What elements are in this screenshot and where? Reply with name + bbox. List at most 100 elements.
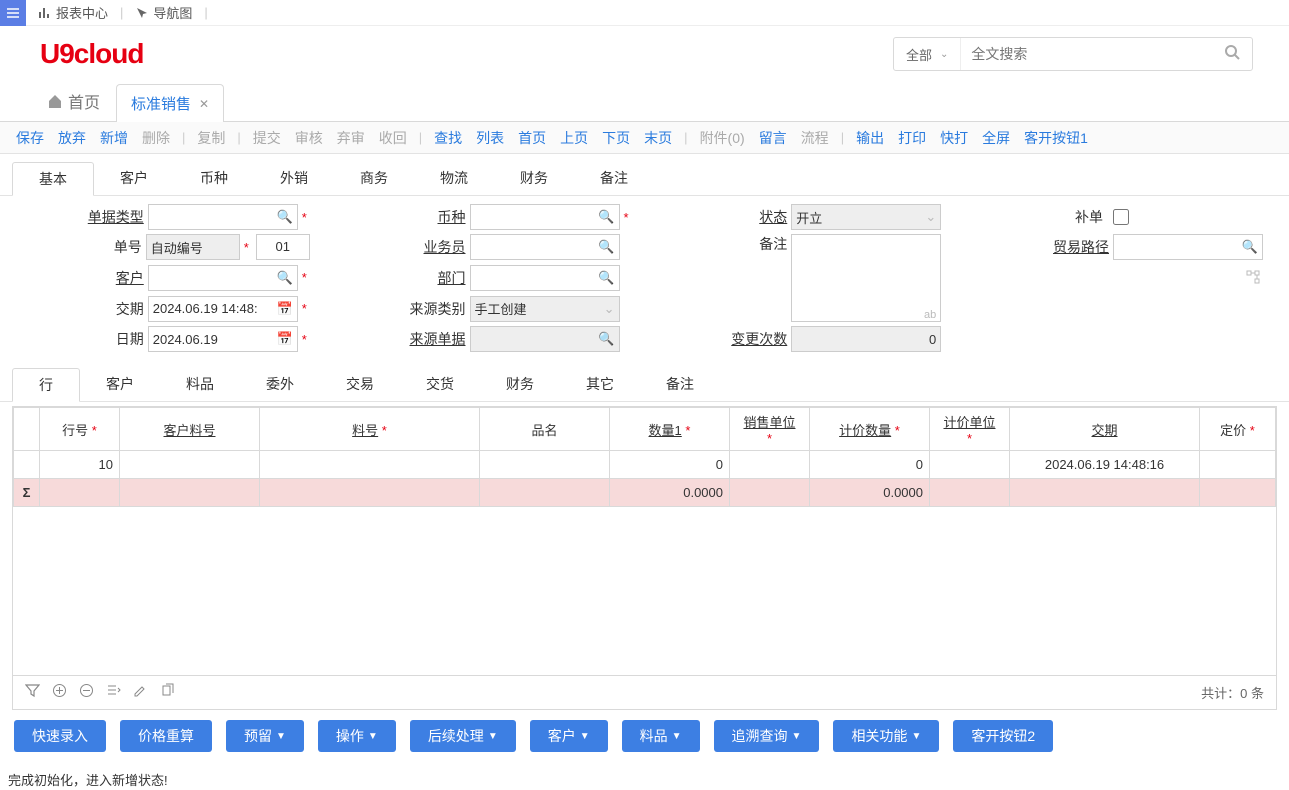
dept-input[interactable]: 🔍 (470, 265, 620, 291)
doc-type-input[interactable]: 🔍 (148, 204, 298, 230)
src-type-select[interactable]: 手工创建⌄ (470, 296, 620, 322)
print-button[interactable]: 打印 (892, 126, 932, 150)
customer-input[interactable]: 🔍 (148, 265, 298, 291)
col-qty1[interactable]: 数量1 * (610, 408, 730, 451)
quick-entry-button[interactable]: 快速录入 (14, 720, 106, 752)
src-doc-input[interactable]: 🔍 (470, 326, 620, 352)
lookup-icon[interactable]: 🔍 (598, 209, 614, 225)
formtab-logistics[interactable]: 物流 (414, 162, 494, 195)
col-cust-item[interactable]: 客户料号 (120, 408, 260, 451)
new-button[interactable]: 新增 (94, 126, 134, 150)
close-icon[interactable]: ✕ (199, 97, 209, 111)
copy-icon[interactable] (160, 683, 175, 702)
formtab-customer[interactable]: 客户 (94, 162, 174, 195)
detailtab-outsource[interactable]: 委外 (240, 368, 320, 401)
lookup-icon[interactable]: 🔍 (1242, 239, 1258, 255)
custom-button-1[interactable]: 客开按钮1 (1018, 126, 1094, 150)
lookup-icon[interactable]: 🔍 (598, 239, 614, 255)
edit-icon[interactable] (133, 683, 148, 702)
tab-standard-sale[interactable]: 标准销售 ✕ (116, 84, 224, 122)
cell-sale-unit[interactable] (730, 451, 810, 479)
lookup-icon[interactable]: 🔍 (598, 270, 614, 286)
formtab-remark[interactable]: 备注 (574, 162, 654, 195)
submit-button[interactable]: 提交 (247, 126, 287, 150)
list-button[interactable]: 列表 (470, 126, 510, 150)
cell-rownum[interactable]: 10 (40, 451, 120, 479)
calendar-icon[interactable]: 📅 (277, 301, 293, 317)
fullscreen-button[interactable]: 全屏 (976, 126, 1016, 150)
cell-name[interactable] (480, 451, 610, 479)
detailtab-delivery[interactable]: 交货 (400, 368, 480, 401)
first-page-button[interactable]: 首页 (512, 126, 552, 150)
reserve-button[interactable]: 预留▼ (226, 720, 304, 752)
tab-home[interactable]: 首页 (40, 89, 116, 121)
formtab-finance[interactable]: 财务 (494, 162, 574, 195)
formtab-basic[interactable]: 基本 (12, 162, 94, 196)
delete-row-icon[interactable] (79, 683, 94, 702)
report-center-link[interactable]: 报表中心 (26, 3, 120, 22)
remark-textarea[interactable]: ab (791, 234, 941, 322)
add-row-icon[interactable] (52, 683, 67, 702)
search-icon[interactable] (1212, 43, 1252, 66)
formtab-business[interactable]: 商务 (334, 162, 414, 195)
filter-icon[interactable] (25, 683, 40, 702)
reprice-button[interactable]: 价格重算 (120, 720, 212, 752)
operate-button[interactable]: 操作▼ (318, 720, 396, 752)
quickprint-button[interactable]: 快打 (934, 126, 974, 150)
detailtab-customer[interactable]: 客户 (80, 368, 160, 401)
col-deliver[interactable]: 交期 (1010, 408, 1200, 451)
detailtab-finance[interactable]: 财务 (480, 368, 560, 401)
deliver-input[interactable]: 2024.06.19 14:48:📅 (148, 296, 298, 322)
nav-map-link[interactable]: 导航图 (123, 3, 204, 22)
search-input[interactable] (961, 46, 1212, 62)
col-item[interactable]: 料号 * (260, 408, 480, 451)
lookup-icon[interactable]: 🔍 (277, 270, 293, 286)
detailtab-item[interactable]: 料品 (160, 368, 240, 401)
trade-route-tree-icon[interactable] (1113, 265, 1263, 291)
flow-button[interactable]: 流程 (795, 126, 835, 150)
copy-button[interactable]: 复制 (191, 126, 231, 150)
related-button[interactable]: 相关功能▼ (833, 720, 939, 752)
lookup-icon[interactable]: 🔍 (598, 331, 614, 347)
salesman-input[interactable]: 🔍 (470, 234, 620, 260)
save-button[interactable]: 保存 (10, 126, 50, 150)
cell-price-unit[interactable] (930, 451, 1010, 479)
last-page-button[interactable]: 末页 (638, 126, 678, 150)
col-price[interactable]: 定价 * (1200, 408, 1276, 451)
insert-row-icon[interactable] (106, 683, 121, 702)
next-page-button[interactable]: 下页 (596, 126, 636, 150)
col-price-qty[interactable]: 计价数量 * (810, 408, 930, 451)
formtab-currency[interactable]: 币种 (174, 162, 254, 195)
export-button[interactable]: 输出 (850, 126, 890, 150)
cell-price[interactable] (1200, 451, 1276, 479)
col-price-unit[interactable]: 计价单位* (930, 408, 1010, 451)
detailtab-remark[interactable]: 备注 (640, 368, 720, 401)
trace-button[interactable]: 追溯查询▼ (714, 720, 820, 752)
currency-input[interactable]: 🔍 (470, 204, 620, 230)
find-button[interactable]: 查找 (428, 126, 468, 150)
trade-route-input[interactable]: 🔍 (1113, 234, 1263, 260)
customer-button[interactable]: 客户▼ (530, 720, 608, 752)
post-process-button[interactable]: 后续处理▼ (410, 720, 516, 752)
cell-cust-item[interactable] (120, 451, 260, 479)
cell-price-qty[interactable]: 0 (810, 451, 930, 479)
approve-button[interactable]: 审核 (289, 126, 329, 150)
table-row[interactable]: 10 0 0 2024.06.19 14:48:16 (14, 451, 1276, 479)
attach-button[interactable]: 附件(0) (694, 126, 751, 150)
discard-button[interactable]: 放弃 (52, 126, 92, 150)
detailtab-line[interactable]: 行 (12, 368, 80, 402)
cell-item[interactable] (260, 451, 480, 479)
delete-button[interactable]: 删除 (136, 126, 176, 150)
lookup-icon[interactable]: 🔍 (277, 209, 293, 225)
detailtab-other[interactable]: 其它 (560, 368, 640, 401)
col-selector[interactable] (14, 408, 40, 451)
recall-button[interactable]: 收回 (373, 126, 413, 150)
supplement-checkbox[interactable] (1113, 209, 1129, 225)
chevron-down-icon[interactable]: ⌄ (604, 301, 615, 317)
col-sale-unit[interactable]: 销售单位* (730, 408, 810, 451)
formtab-export[interactable]: 外销 (254, 162, 334, 195)
col-rownum[interactable]: 行号 * (40, 408, 120, 451)
col-name[interactable]: 品名 (480, 408, 610, 451)
unapprove-button[interactable]: 弃审 (331, 126, 371, 150)
cell-deliver[interactable]: 2024.06.19 14:48:16 (1010, 451, 1200, 479)
